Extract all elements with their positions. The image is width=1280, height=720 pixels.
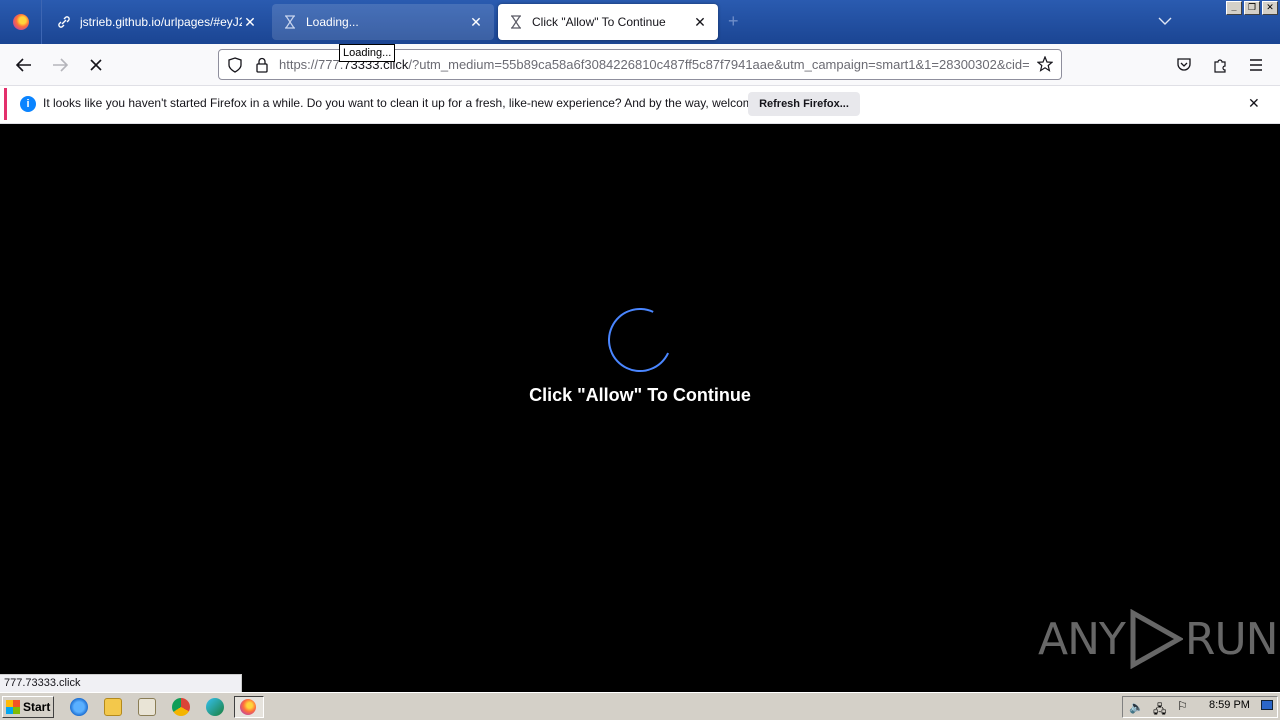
- minimize-icon[interactable]: _: [1226, 1, 1242, 15]
- star-icon[interactable]: [1036, 55, 1054, 77]
- folder-icon[interactable]: [104, 698, 122, 716]
- taskbar-clock: 8:59 PM: [1209, 699, 1250, 711]
- url-prefix: https://777.: [279, 57, 344, 72]
- volume-icon[interactable]: 🔈: [1129, 700, 1144, 714]
- watermark-right-text: RUN: [1184, 613, 1279, 665]
- system-tray: 🔈 🖧 ⚐: [1122, 696, 1278, 718]
- flag-icon[interactable]: ⚐: [1177, 699, 1188, 713]
- screen: jstrieb.github.io/urlpages/#eyJ2Z ✕ Load…: [0, 0, 1280, 720]
- firefox-view-button[interactable]: [0, 0, 42, 44]
- pocket-icon[interactable]: [1174, 55, 1194, 75]
- page-content: Click "Allow" To Continue ANY RUN: [0, 125, 1280, 691]
- refresh-firefox-button[interactable]: Refresh Firefox...: [748, 92, 860, 116]
- tab-title: jstrieb.github.io/urlpages/#eyJ2Z: [80, 15, 242, 29]
- notification-accent: [4, 88, 7, 120]
- chevron-down-icon[interactable]: [1158, 14, 1172, 28]
- watermark-left-text: ANY: [1038, 613, 1126, 665]
- chrome-icon[interactable]: [172, 698, 190, 716]
- hamburger-menu-icon[interactable]: [1246, 55, 1266, 75]
- restore-icon[interactable]: ❐: [1244, 1, 1260, 15]
- stop-loading-icon[interactable]: [86, 55, 106, 75]
- close-window-icon[interactable]: ✕: [1262, 1, 1278, 15]
- start-button[interactable]: Start: [2, 696, 54, 718]
- taskbar: Start 🔈 🖧 ⚐: [0, 692, 1280, 720]
- loading-spinner: [598, 298, 682, 382]
- tab-tooltip: Loading...: [339, 44, 396, 62]
- allow-prompt-text: Click "Allow" To Continue: [529, 385, 751, 405]
- new-tab-icon[interactable]: +: [728, 12, 739, 30]
- hourglass-icon: [508, 14, 524, 30]
- show-desktop-icon[interactable]: [1261, 700, 1273, 710]
- shield-icon[interactable]: [227, 57, 243, 78]
- status-bar: 777.73333.click: [0, 674, 242, 692]
- lock-icon[interactable]: [255, 57, 269, 78]
- close-tab-icon[interactable]: ✕: [242, 14, 258, 30]
- anyrun-watermark: ANY RUN: [1038, 609, 1279, 669]
- forward-arrow-icon[interactable]: [50, 55, 70, 75]
- close-tab-icon[interactable]: ✕: [468, 14, 484, 30]
- link-icon: [56, 14, 72, 30]
- window-controls: _ ❐ ✕: [1226, 1, 1278, 15]
- ie-icon[interactable]: [70, 698, 88, 716]
- firefox-icon: [240, 699, 256, 715]
- navigation-toolbar: https://777.73333.click/?utm_medium=55b8…: [0, 44, 1280, 86]
- hourglass-icon: [282, 14, 298, 30]
- tab-active[interactable]: Click "Allow" To Continue ✕: [498, 4, 718, 40]
- tab-urlpages[interactable]: jstrieb.github.io/urlpages/#eyJ2Z ✕: [46, 4, 268, 40]
- close-notification-icon[interactable]: ✕: [1248, 95, 1260, 112]
- extensions-icon[interactable]: [1210, 55, 1230, 75]
- start-label: Start: [23, 700, 51, 714]
- notification-bar: i It looks like you haven't started Fire…: [0, 86, 1280, 124]
- tab-title: Click "Allow" To Continue: [532, 15, 666, 29]
- tab-strip: jstrieb.github.io/urlpages/#eyJ2Z ✕ Load…: [0, 0, 1280, 44]
- notification-message: It looks like you haven't started Firefo…: [43, 96, 792, 110]
- play-icon: [1130, 609, 1183, 669]
- url-path: /?utm_medium=55b89ca58a6f3084226810c487f…: [408, 57, 1029, 72]
- info-icon: i: [20, 96, 36, 112]
- firefox-icon: [12, 14, 29, 30]
- tab-loading[interactable]: Loading... ✕: [272, 4, 494, 40]
- edge-icon[interactable]: [206, 698, 224, 716]
- tab-title: Loading...: [306, 15, 359, 29]
- windows-logo-icon: [6, 700, 20, 714]
- media-player-icon[interactable]: [138, 698, 156, 716]
- back-arrow-icon[interactable]: [14, 55, 34, 75]
- close-tab-icon[interactable]: ✕: [692, 14, 708, 30]
- network-icon[interactable]: 🖧: [1153, 700, 1166, 720]
